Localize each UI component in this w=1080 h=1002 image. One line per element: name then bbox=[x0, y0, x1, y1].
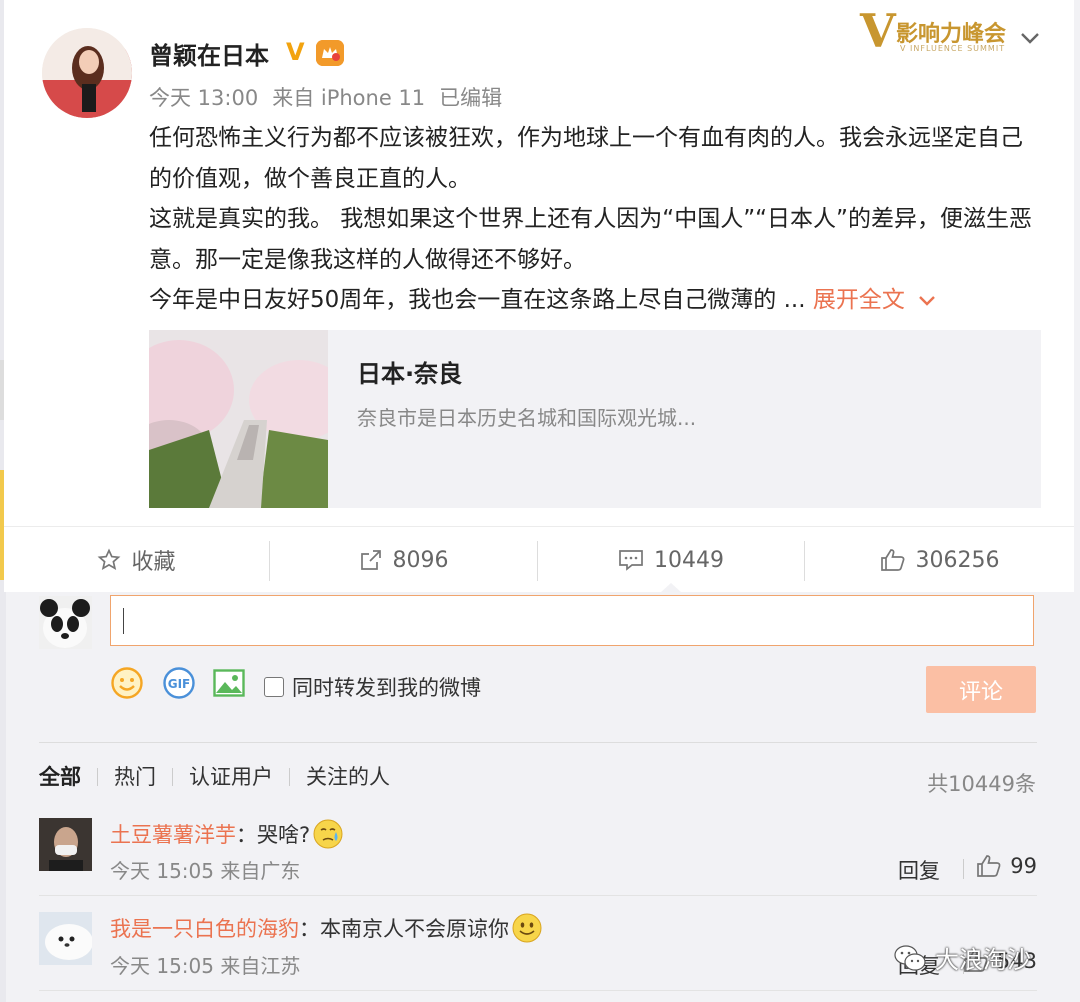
repost-checkbox[interactable] bbox=[264, 677, 284, 697]
post-card: 曾颖在日本 V V 影响力峰会 V INFLUENCE SUMMIT 今天 13… bbox=[4, 0, 1074, 592]
submit-comment-button[interactable]: 评论 bbox=[926, 666, 1036, 713]
expand-full-text-link[interactable]: 展开全文 bbox=[813, 287, 937, 313]
repost-button[interactable]: 8096 bbox=[270, 527, 537, 593]
chevron-down-icon[interactable] bbox=[1018, 26, 1042, 50]
commenter-name[interactable]: 我是一只白色的海豹 bbox=[110, 913, 299, 943]
like-count[interactable]: 306256 bbox=[916, 548, 1000, 573]
wechat-icon bbox=[894, 944, 926, 971]
comment-input[interactable] bbox=[110, 595, 1034, 646]
watermark-text: 大浪淘沙 bbox=[935, 946, 1031, 974]
panda-avatar-image bbox=[39, 596, 92, 649]
comment-icon bbox=[619, 550, 643, 571]
reply-button[interactable]: 回复 bbox=[898, 855, 940, 885]
gif-label: GIF bbox=[168, 677, 191, 691]
image-icon[interactable] bbox=[212, 666, 246, 700]
divider bbox=[39, 895, 1037, 896]
post-meta: 今天 13:00 来自 iPhone 11 已编辑 bbox=[149, 82, 516, 112]
filter-tab-verified[interactable]: 认证用户 bbox=[172, 767, 289, 788]
current-user-avatar[interactable] bbox=[39, 596, 92, 649]
comment-text-row: 我是一只白色的海豹 ：本南京人不会原谅你 bbox=[110, 912, 543, 944]
post-actions-bar: 收藏 8096 10449 306256 bbox=[4, 527, 1074, 593]
divider bbox=[39, 990, 1037, 991]
comment-like-button[interactable]: 99 bbox=[976, 854, 1037, 878]
person-avatar-image bbox=[39, 818, 92, 871]
post-paragraph: 这就是真实的我。 我想如果这个世界上还有人因为“中国人”“日本人”的差异，便滋生… bbox=[149, 206, 1032, 273]
logo-subtext: V INFLUENCE SUMMIT bbox=[900, 44, 1006, 53]
chevron-down-icon[interactable] bbox=[917, 294, 937, 308]
influence-summit-logo: V 影响力峰会 V INFLUENCE SUMMIT bbox=[860, 8, 1010, 60]
like-icon bbox=[880, 549, 904, 571]
logo-letter: V bbox=[860, 4, 896, 58]
comment-meta: 今天 15:05 来自江苏 bbox=[110, 954, 301, 978]
location-thumbnail bbox=[149, 330, 328, 508]
comment-text-row: 土豆薯薯洋芋 ：哭啥? bbox=[110, 818, 344, 850]
comment-total: 共10449条 bbox=[927, 772, 1036, 796]
commenter-avatar[interactable] bbox=[39, 912, 92, 965]
like-icon bbox=[977, 855, 1001, 877]
commenter-name[interactable]: 土豆薯薯洋芋 bbox=[110, 819, 236, 849]
comment-action-separator bbox=[963, 859, 964, 879]
expand-label[interactable]: 展开全文 bbox=[813, 287, 905, 313]
seal-avatar-image bbox=[39, 912, 92, 965]
comment-like-count[interactable]: 99 bbox=[1010, 854, 1037, 878]
divider bbox=[39, 742, 1037, 743]
repost-icon bbox=[360, 550, 381, 570]
verified-badge-icon: V bbox=[286, 38, 305, 66]
post-truncated-text: 今年是中日友好50周年，我也会一直在这条路上尽自己微薄的 ... bbox=[149, 287, 806, 313]
emoji-icon[interactable] bbox=[110, 666, 144, 700]
filter-tab-all[interactable]: 全部 bbox=[39, 767, 97, 788]
comment-meta: 今天 15:05 来自广东 bbox=[110, 859, 301, 883]
star-icon bbox=[98, 548, 121, 571]
comment-body: ：哭啥? bbox=[236, 823, 311, 847]
gif-icon[interactable]: GIF bbox=[162, 666, 196, 700]
like-button[interactable]: 306256 bbox=[805, 527, 1074, 593]
edited-label[interactable]: 已编辑 bbox=[439, 86, 502, 110]
repost-checkbox-row[interactable]: 同时转发到我的微博 bbox=[264, 672, 481, 702]
post-source: 来自 iPhone 11 bbox=[272, 86, 426, 110]
repost-checkbox-label[interactable]: 同时转发到我的微博 bbox=[292, 672, 481, 702]
smile-emoji-icon bbox=[512, 913, 542, 943]
comment-count[interactable]: 10449 bbox=[654, 548, 724, 573]
post-content: 任何恐怖主义行为都不应该被狂欢，作为地球上一个有血有肉的人。我会永远坚定自己的价… bbox=[149, 118, 1039, 321]
comment-item: 我是一只白色的海豹：本南京人不会原谅你 今天 15:05 来自江苏 回复 543 bbox=[39, 912, 1037, 992]
filter-tab-hot[interactable]: 热门 bbox=[97, 767, 172, 788]
avatar-figure bbox=[42, 28, 132, 118]
author-name[interactable]: 曾颖在日本 bbox=[149, 36, 269, 71]
author-avatar[interactable] bbox=[42, 28, 132, 118]
repost-count[interactable]: 8096 bbox=[393, 548, 449, 573]
crying-emoji-icon bbox=[313, 819, 343, 849]
filter-tab-following[interactable]: 关注的人 bbox=[289, 767, 406, 788]
post-timestamp[interactable]: 今天 13:00 bbox=[149, 86, 258, 110]
favorite-button[interactable]: 收藏 bbox=[4, 527, 269, 593]
wechat-watermark: 大浪淘沙 bbox=[893, 940, 1031, 975]
cherry-blossom-river-image bbox=[149, 330, 328, 508]
comment-filter-tabs: 全部 热门 认证用户 关注的人 bbox=[39, 767, 406, 788]
favorite-label[interactable]: 收藏 bbox=[131, 544, 175, 576]
text-caret bbox=[123, 608, 124, 634]
comment-pointer bbox=[660, 583, 682, 593]
member-badge-icon bbox=[316, 40, 344, 66]
comment-body: ：本南京人不会原谅你 bbox=[299, 917, 509, 941]
link-card-description: 奈良市是日本历史名城和国际观光城... bbox=[357, 406, 697, 430]
comment-item: 土豆薯薯洋芋 ：哭啥? 今天 15:05 来自广东 回复 99 bbox=[39, 818, 1037, 896]
crown-icon bbox=[316, 40, 344, 66]
post-last-line: 今年是中日友好50周年，我也会一直在这条路上尽自己微薄的 ... 展开全文 bbox=[149, 280, 1039, 321]
location-link-card[interactable]: 日本·奈良 奈良市是日本历史名城和国际观光城... bbox=[149, 330, 1041, 508]
link-card-title: 日本·奈良 bbox=[357, 360, 463, 388]
post-paragraph: 任何恐怖主义行为都不应该被狂欢，作为地球上一个有血有肉的人。我会永远坚定自己的价… bbox=[149, 125, 1023, 192]
commenter-avatar[interactable] bbox=[39, 818, 92, 871]
